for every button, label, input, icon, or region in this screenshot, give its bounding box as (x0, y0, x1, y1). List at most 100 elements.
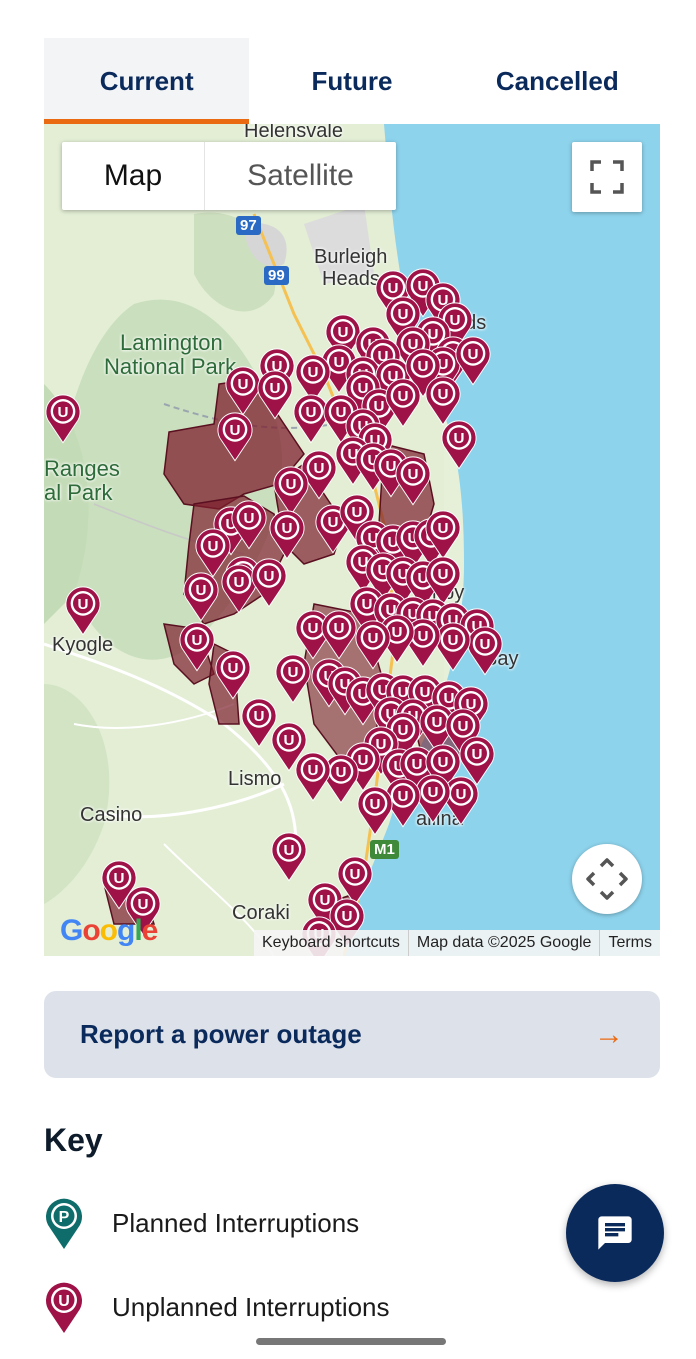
map-attribution: Keyboard shortcuts Map data ©2025 Google… (254, 930, 660, 956)
outage-tabs: Current Future Cancelled (44, 38, 660, 124)
road-shield-m1: M1 (370, 840, 399, 859)
svg-text:U: U (228, 660, 239, 677)
unplanned-outage-pin[interactable]: U (394, 454, 432, 506)
svg-text:U: U (334, 620, 345, 637)
map-data-credit: Map data ©2025 Google (407, 930, 600, 956)
svg-text:U: U (456, 786, 467, 803)
svg-text:U: U (306, 404, 317, 421)
map-type-map-button[interactable]: Map (62, 142, 204, 210)
road-shield-97: 97 (236, 216, 261, 235)
svg-text:U: U (308, 762, 319, 779)
svg-text:U: U (270, 380, 281, 397)
svg-text:U: U (282, 520, 293, 537)
unplanned-outage-pin[interactable]: U (178, 620, 216, 672)
place-burleigh-heads: Heads (322, 268, 380, 290)
svg-text:U: U (230, 422, 241, 439)
svg-text:U: U (438, 520, 449, 537)
svg-text:U: U (398, 306, 409, 323)
unplanned-outage-pin[interactable]: U (256, 368, 294, 420)
unplanned-outage-pin[interactable]: U (424, 508, 462, 560)
unplanned-outage-pin[interactable]: U (64, 584, 102, 636)
unplanned-outage-pin[interactable]: U (268, 508, 306, 560)
unplanned-outage-pin[interactable]: U (320, 608, 358, 660)
place-ranges: Ranges (44, 456, 120, 481)
svg-text:U: U (238, 376, 249, 393)
svg-text:U: U (336, 764, 347, 781)
svg-text:U: U (338, 324, 349, 341)
svg-text:U: U (362, 596, 373, 613)
svg-text:U: U (454, 430, 465, 447)
svg-text:U: U (342, 908, 353, 925)
home-indicator (256, 1338, 446, 1345)
chat-icon (598, 1216, 632, 1250)
place-ranges-park: al Park (44, 480, 113, 505)
unplanned-outage-pin[interactable]: U (216, 410, 254, 462)
fullscreen-button[interactable] (572, 142, 642, 212)
unplanned-outage-pin[interactable]: U (44, 392, 82, 444)
svg-text:U: U (418, 358, 429, 375)
road-shield-99: 99 (264, 266, 289, 285)
map-type-satellite-button[interactable]: Satellite (204, 142, 396, 210)
svg-text:U: U (472, 746, 483, 763)
svg-text:U: U (284, 732, 295, 749)
arrow-right-icon: → (594, 1017, 624, 1051)
unplanned-pin-icon: U (46, 1282, 82, 1333)
tab-future[interactable]: Future (249, 38, 454, 124)
unplanned-outage-pin[interactable]: U (230, 498, 268, 550)
map-type-control: Map Satellite (62, 142, 396, 210)
key-planned-row: P Planned Interruptions (44, 1196, 359, 1250)
svg-text:U: U (234, 574, 245, 591)
svg-text:U: U (408, 466, 419, 483)
key-unplanned-row: U Unplanned Interruptions (44, 1280, 390, 1334)
terms-link[interactable]: Terms (599, 930, 660, 956)
unplanned-outage-pin[interactable]: U (440, 418, 478, 470)
planned-pin-icon: P (46, 1198, 82, 1249)
unplanned-outage-pin[interactable]: U (354, 618, 392, 670)
svg-text:U: U (114, 870, 125, 887)
svg-text:U: U (480, 636, 491, 653)
svg-text:U: U (448, 632, 459, 649)
svg-text:U: U (328, 514, 339, 531)
tab-current[interactable]: Current (44, 38, 250, 124)
tab-cancelled[interactable]: Cancelled (455, 38, 660, 124)
unplanned-outage-pin[interactable]: U (250, 556, 288, 608)
unplanned-outage-pin[interactable]: U (356, 784, 394, 836)
recenter-button[interactable] (572, 844, 642, 914)
svg-text:U: U (334, 354, 345, 371)
key-heading: Key (44, 1122, 103, 1158)
svg-text:U: U (208, 538, 219, 555)
svg-text:U: U (58, 404, 69, 421)
svg-text:U: U (438, 386, 449, 403)
svg-text:U: U (412, 756, 423, 773)
svg-text:U: U (468, 346, 479, 363)
svg-text:U: U (368, 630, 379, 647)
chat-button[interactable] (566, 1184, 664, 1282)
svg-text:U: U (370, 796, 381, 813)
unplanned-label: Unplanned Interruptions (112, 1291, 390, 1322)
svg-text:U: U (308, 364, 319, 381)
unplanned-outage-pin[interactable]: U (294, 750, 332, 802)
svg-text:U: U (314, 460, 325, 477)
outage-map[interactable]: Helensvale Burleigh Heads ads Lamington … (44, 124, 660, 956)
svg-text:U: U (308, 620, 319, 637)
svg-text:U: U (192, 632, 203, 649)
svg-text:U: U (432, 714, 443, 731)
svg-text:P: P (59, 1209, 70, 1226)
svg-text:U: U (286, 476, 297, 493)
report-outage-button[interactable]: Report a power outage → (44, 991, 660, 1078)
unplanned-outage-pin[interactable]: U (214, 648, 252, 700)
place-casino: Casino (80, 804, 143, 826)
unplanned-outage-pin[interactable]: U (270, 830, 308, 882)
svg-text:U: U (284, 842, 295, 859)
report-outage-label: Report a power outage (80, 1019, 362, 1049)
svg-text:U: U (398, 388, 409, 405)
svg-text:U: U (438, 754, 449, 771)
unplanned-outage-pin[interactable]: U (274, 652, 312, 704)
svg-text:U: U (78, 596, 89, 613)
svg-text:U: U (438, 566, 449, 583)
fullscreen-icon (590, 160, 624, 194)
unplanned-outage-pin[interactable]: U (182, 570, 220, 622)
google-logo: Google (60, 914, 158, 947)
recenter-icon (586, 858, 628, 900)
keyboard-shortcuts-link[interactable]: Keyboard shortcuts (254, 930, 408, 956)
